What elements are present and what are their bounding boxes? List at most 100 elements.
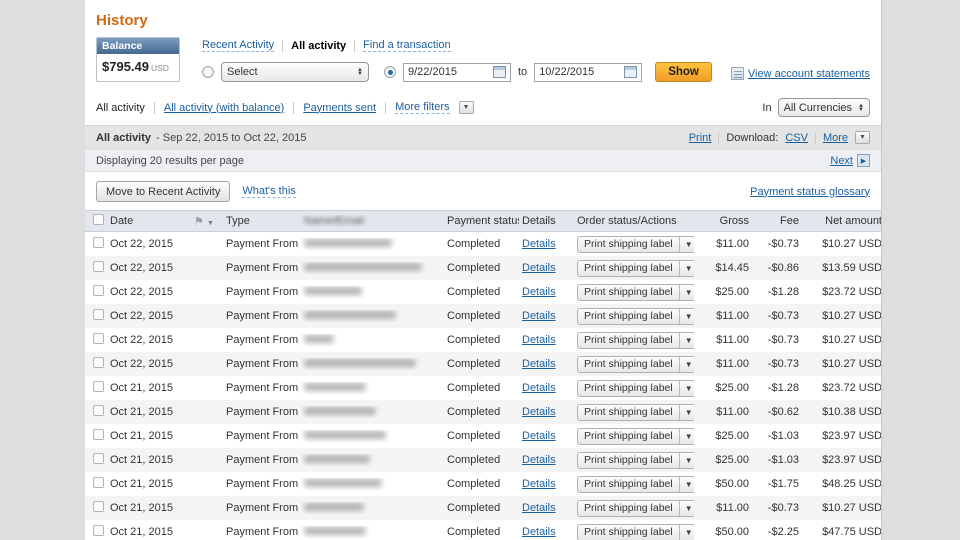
tab-recent-activity[interactable]: Recent Activity bbox=[202, 39, 275, 52]
header-name-email[interactable]: Name/Email bbox=[304, 215, 364, 227]
calendar-icon[interactable] bbox=[624, 66, 638, 78]
header-fee[interactable]: Fee bbox=[752, 215, 802, 227]
details-link[interactable]: Details bbox=[522, 430, 556, 442]
header-type[interactable]: Type bbox=[223, 215, 301, 227]
row-type: Payment From bbox=[226, 382, 299, 394]
date-from-value: 9/22/2015 bbox=[408, 66, 457, 78]
subtab-with-balance[interactable]: All activity (with balance) bbox=[164, 102, 284, 114]
row-checkbox[interactable] bbox=[93, 237, 104, 248]
row-checkbox[interactable] bbox=[93, 381, 104, 392]
print-shipping-label-dropdown[interactable]: Print shipping label ▼ bbox=[577, 331, 694, 349]
header-gross[interactable]: Gross bbox=[694, 215, 752, 227]
tab-find-transaction[interactable]: Find a transaction bbox=[363, 39, 451, 52]
summary-title: All activity bbox=[96, 131, 152, 144]
row-type: Payment From bbox=[226, 454, 299, 466]
row-checkbox[interactable] bbox=[93, 357, 104, 368]
details-link[interactable]: Details bbox=[522, 382, 556, 394]
header-payment-status[interactable]: Payment status bbox=[444, 215, 519, 227]
header-net-amount[interactable]: Net amount bbox=[802, 215, 881, 227]
row-checkbox[interactable] bbox=[93, 429, 104, 440]
details-link[interactable]: Details bbox=[522, 238, 556, 250]
balance-label: Balance bbox=[97, 38, 179, 54]
details-link[interactable]: Details bbox=[522, 478, 556, 490]
payment-status-glossary-link[interactable]: Payment status glossary bbox=[750, 186, 870, 198]
more-arrow-icon[interactable]: ▼ bbox=[855, 131, 870, 144]
print-shipping-label-dropdown[interactable]: Print shipping label ▼ bbox=[577, 259, 694, 277]
header-order-status[interactable]: Order status/Actions bbox=[574, 215, 694, 227]
row-gross: $14.45 bbox=[715, 262, 749, 274]
results-bar: Displaying 20 results per page Next ▶ bbox=[85, 149, 881, 172]
details-link[interactable]: Details bbox=[522, 286, 556, 298]
show-button[interactable]: Show bbox=[655, 62, 712, 82]
row-type: Payment From bbox=[226, 286, 299, 298]
row-fee: -$2.25 bbox=[767, 526, 799, 538]
row-date: Oct 22, 2015 bbox=[110, 262, 173, 274]
shipping-label-text: Print shipping label bbox=[584, 454, 673, 466]
flag-dropdown-arrow-icon[interactable]: ▼ bbox=[207, 220, 214, 227]
details-link[interactable]: Details bbox=[522, 262, 556, 274]
row-checkbox[interactable] bbox=[93, 477, 104, 488]
print-shipping-label-dropdown[interactable]: Print shipping label ▼ bbox=[577, 307, 694, 325]
calendar-icon[interactable] bbox=[493, 66, 506, 78]
row-checkbox[interactable] bbox=[93, 501, 104, 512]
details-link[interactable]: Details bbox=[522, 526, 556, 538]
select-filter-radio[interactable] bbox=[202, 66, 214, 78]
subtab-payments-sent[interactable]: Payments sent bbox=[303, 102, 376, 114]
row-checkbox[interactable] bbox=[93, 525, 104, 536]
row-checkbox[interactable] bbox=[93, 405, 104, 416]
details-link[interactable]: Details bbox=[522, 358, 556, 370]
row-checkbox[interactable] bbox=[93, 453, 104, 464]
shipping-label-text: Print shipping label bbox=[584, 262, 673, 274]
row-checkbox[interactable] bbox=[93, 261, 104, 272]
more-link[interactable]: More bbox=[823, 132, 848, 144]
flag-icon[interactable]: ⚑ bbox=[194, 216, 204, 228]
print-shipping-label-dropdown[interactable]: Print shipping label ▼ bbox=[577, 523, 694, 540]
subtab-all-activity[interactable]: All activity bbox=[96, 102, 145, 114]
print-link[interactable]: Print bbox=[689, 132, 712, 144]
dropdown-arrow-icon: ▼ bbox=[678, 260, 694, 276]
row-checkbox[interactable] bbox=[93, 309, 104, 320]
table-row: Oct 21, 2015 Payment From Completed Deta… bbox=[85, 496, 881, 520]
date-to-input[interactable]: 10/22/2015 bbox=[534, 62, 643, 82]
print-shipping-label-dropdown[interactable]: Print shipping label ▼ bbox=[577, 403, 694, 421]
currency-select[interactable]: All Currencies ▲ ▼ bbox=[777, 98, 870, 117]
print-shipping-label-dropdown[interactable]: Print shipping label ▼ bbox=[577, 379, 694, 397]
print-shipping-label-dropdown[interactable]: Print shipping label ▼ bbox=[577, 499, 694, 517]
more-filters-link[interactable]: More filters bbox=[395, 101, 450, 114]
details-link[interactable]: Details bbox=[522, 310, 556, 322]
table-row: Oct 21, 2015 Payment From Completed Deta… bbox=[85, 472, 881, 496]
print-shipping-label-dropdown[interactable]: Print shipping label ▼ bbox=[577, 475, 694, 493]
print-shipping-label-dropdown[interactable]: Print shipping label ▼ bbox=[577, 355, 694, 373]
more-filters-arrow-icon[interactable]: ▼ bbox=[458, 101, 474, 114]
print-shipping-label-dropdown[interactable]: Print shipping label ▼ bbox=[577, 451, 694, 469]
print-shipping-label-dropdown[interactable]: Print shipping label ▼ bbox=[577, 235, 694, 253]
row-checkbox[interactable] bbox=[93, 285, 104, 296]
select-all-checkbox[interactable] bbox=[93, 214, 104, 225]
next-arrow-icon[interactable]: ▶ bbox=[857, 154, 870, 167]
csv-link[interactable]: CSV bbox=[785, 132, 808, 144]
activity-type-select[interactable]: Select ▲ ▼ bbox=[221, 62, 369, 82]
row-gross: $25.00 bbox=[715, 382, 749, 394]
row-net: $47.75 USD bbox=[822, 526, 882, 538]
next-page-link[interactable]: Next bbox=[830, 155, 853, 167]
date-from-input[interactable]: 9/22/2015 bbox=[403, 62, 511, 82]
dropdown-arrow-icon: ▼ bbox=[678, 284, 694, 300]
print-shipping-label-dropdown[interactable]: Print shipping label ▼ bbox=[577, 427, 694, 445]
header-date[interactable]: Date bbox=[107, 215, 191, 227]
row-payment-status: Completed bbox=[447, 238, 501, 250]
tab-all-activity[interactable]: All activity bbox=[291, 40, 346, 52]
details-link[interactable]: Details bbox=[522, 334, 556, 346]
details-link[interactable]: Details bbox=[522, 406, 556, 418]
details-link[interactable]: Details bbox=[522, 454, 556, 466]
details-link[interactable]: Details bbox=[522, 502, 556, 514]
row-date: Oct 21, 2015 bbox=[110, 502, 173, 514]
row-checkbox[interactable] bbox=[93, 333, 104, 344]
row-type: Payment From bbox=[226, 262, 299, 274]
print-shipping-label-dropdown[interactable]: Print shipping label ▼ bbox=[577, 283, 694, 301]
move-to-recent-activity-button[interactable]: Move to Recent Activity bbox=[96, 181, 231, 202]
whats-this-link[interactable]: What's this bbox=[242, 185, 296, 198]
date-range-radio[interactable] bbox=[384, 66, 396, 78]
view-account-statements-link[interactable]: View account statements bbox=[748, 68, 870, 80]
header-details[interactable]: Details bbox=[519, 215, 574, 227]
row-gross: $11.00 bbox=[716, 238, 749, 250]
